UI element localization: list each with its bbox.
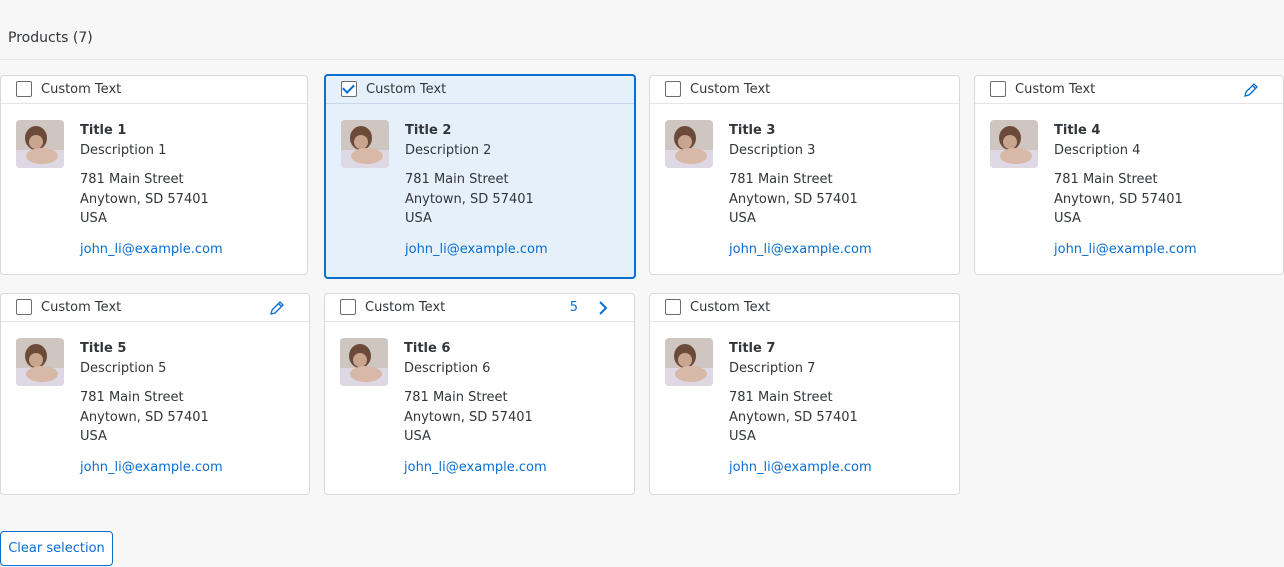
- card-content: Title 6 Description 6 781 Main Street An…: [404, 339, 547, 477]
- card-header: Custom Text: [975, 76, 1283, 104]
- clear-selection-button[interactable]: Clear selection: [0, 531, 113, 566]
- card-content: Title 2 Description 2 781 Main Street An…: [405, 121, 548, 259]
- select-checkbox[interactable]: [16, 81, 32, 97]
- select-checkbox[interactable]: [990, 81, 1006, 97]
- email-link[interactable]: john_li@example.com: [405, 240, 548, 260]
- card-header-text: Custom Text: [366, 82, 447, 97]
- product-image: [16, 338, 64, 386]
- edit-icon[interactable]: [269, 300, 285, 316]
- chevron-right-icon[interactable]: [596, 300, 610, 316]
- address-city: Anytown, SD 57401: [404, 409, 533, 425]
- address-street: 781 Main Street: [1054, 172, 1158, 187]
- address-street: 781 Main Street: [80, 390, 184, 405]
- card-title: Title 1: [80, 123, 127, 138]
- check-icon: [342, 81, 355, 94]
- product-card-2[interactable]: Custom Text Title 2 Description 2 781 Ma…: [324, 74, 636, 279]
- card-title: Title 4: [1054, 123, 1101, 138]
- card-header-text: Custom Text: [41, 82, 122, 97]
- product-card-5[interactable]: Custom Text Title 5 Description 5 781 Ma…: [0, 293, 310, 495]
- page-title: Products (7): [8, 30, 93, 46]
- address-city: Anytown, SD 57401: [729, 191, 858, 207]
- card-content: Title 3 Description 3 781 Main Street An…: [729, 121, 872, 259]
- address-country: USA: [404, 429, 431, 444]
- product-image: [665, 338, 713, 386]
- card-header: Custom Text: [1, 294, 309, 322]
- address-city: Anytown, SD 57401: [80, 409, 209, 425]
- email-link[interactable]: john_li@example.com: [1054, 240, 1197, 260]
- select-checkbox[interactable]: [341, 81, 357, 97]
- card-header-text: Custom Text: [41, 300, 122, 315]
- card-description: Description 7: [729, 360, 816, 376]
- card-description: Description 3: [729, 142, 816, 158]
- address-street: 781 Main Street: [405, 172, 509, 187]
- card-header-text: Custom Text: [365, 300, 446, 315]
- product-card-4[interactable]: Custom Text Title 4 Description 4 781 Ma…: [974, 75, 1284, 275]
- select-checkbox[interactable]: [340, 299, 356, 315]
- product-image: [665, 120, 713, 168]
- email-link[interactable]: john_li@example.com: [80, 240, 223, 260]
- address-street: 781 Main Street: [404, 390, 508, 405]
- select-checkbox[interactable]: [665, 81, 681, 97]
- card-content: Title 5 Description 5 781 Main Street An…: [80, 339, 223, 477]
- product-image: [16, 120, 64, 168]
- address-country: USA: [80, 429, 107, 444]
- email-link[interactable]: john_li@example.com: [80, 458, 223, 478]
- card-description: Description 6: [404, 360, 491, 376]
- product-card-3[interactable]: Custom Text Title 3 Description 3 781 Ma…: [649, 75, 960, 275]
- address-street: 781 Main Street: [80, 172, 184, 187]
- card-header: Custom Text 5: [325, 294, 634, 322]
- email-link[interactable]: john_li@example.com: [729, 458, 872, 478]
- email-link[interactable]: john_li@example.com: [729, 240, 872, 260]
- card-title: Title 2: [405, 123, 452, 138]
- address-street: 781 Main Street: [729, 172, 833, 187]
- card-header-text: Custom Text: [1015, 82, 1096, 97]
- card-content: Title 1 Description 1 781 Main Street An…: [80, 121, 223, 259]
- product-card-1[interactable]: Custom Text Title 1 Description 1 781 Ma…: [0, 75, 308, 275]
- address-city: Anytown, SD 57401: [729, 409, 858, 425]
- item-counter: 5: [569, 300, 578, 315]
- card-header: Custom Text: [650, 294, 959, 322]
- select-checkbox[interactable]: [665, 299, 681, 315]
- address-city: Anytown, SD 57401: [80, 191, 209, 207]
- product-image: [340, 338, 388, 386]
- card-description: Description 5: [80, 360, 167, 376]
- card-header-text: Custom Text: [690, 82, 771, 97]
- card-header: Custom Text: [650, 76, 959, 104]
- card-header: Custom Text: [1, 76, 307, 104]
- card-content: Title 7 Description 7 781 Main Street An…: [729, 339, 872, 477]
- card-description: Description 2: [405, 142, 492, 158]
- email-link[interactable]: john_li@example.com: [404, 458, 547, 478]
- edit-icon[interactable]: [1243, 82, 1259, 98]
- address-country: USA: [405, 211, 432, 226]
- card-title: Title 5: [80, 341, 127, 356]
- address-city: Anytown, SD 57401: [405, 191, 534, 207]
- card-header: Custom Text: [326, 76, 634, 104]
- select-checkbox[interactable]: [16, 299, 32, 315]
- address-city: Anytown, SD 57401: [1054, 191, 1183, 207]
- address-country: USA: [729, 429, 756, 444]
- address-country: USA: [80, 211, 107, 226]
- card-title: Title 7: [729, 341, 776, 356]
- product-card-7[interactable]: Custom Text Title 7 Description 7 781 Ma…: [649, 293, 960, 495]
- product-image: [990, 120, 1038, 168]
- card-title: Title 6: [404, 341, 451, 356]
- address-country: USA: [729, 211, 756, 226]
- card-title: Title 3: [729, 123, 776, 138]
- product-image: [341, 120, 389, 168]
- list-header: Products (7): [0, 0, 1284, 60]
- card-content: Title 4 Description 4 781 Main Street An…: [1054, 121, 1197, 259]
- card-header-text: Custom Text: [690, 300, 771, 315]
- card-description: Description 1: [80, 142, 167, 158]
- product-card-6[interactable]: Custom Text 5 Title 6 Description 6 781 …: [324, 293, 635, 495]
- address-country: USA: [1054, 211, 1081, 226]
- address-street: 781 Main Street: [729, 390, 833, 405]
- card-description: Description 4: [1054, 142, 1141, 158]
